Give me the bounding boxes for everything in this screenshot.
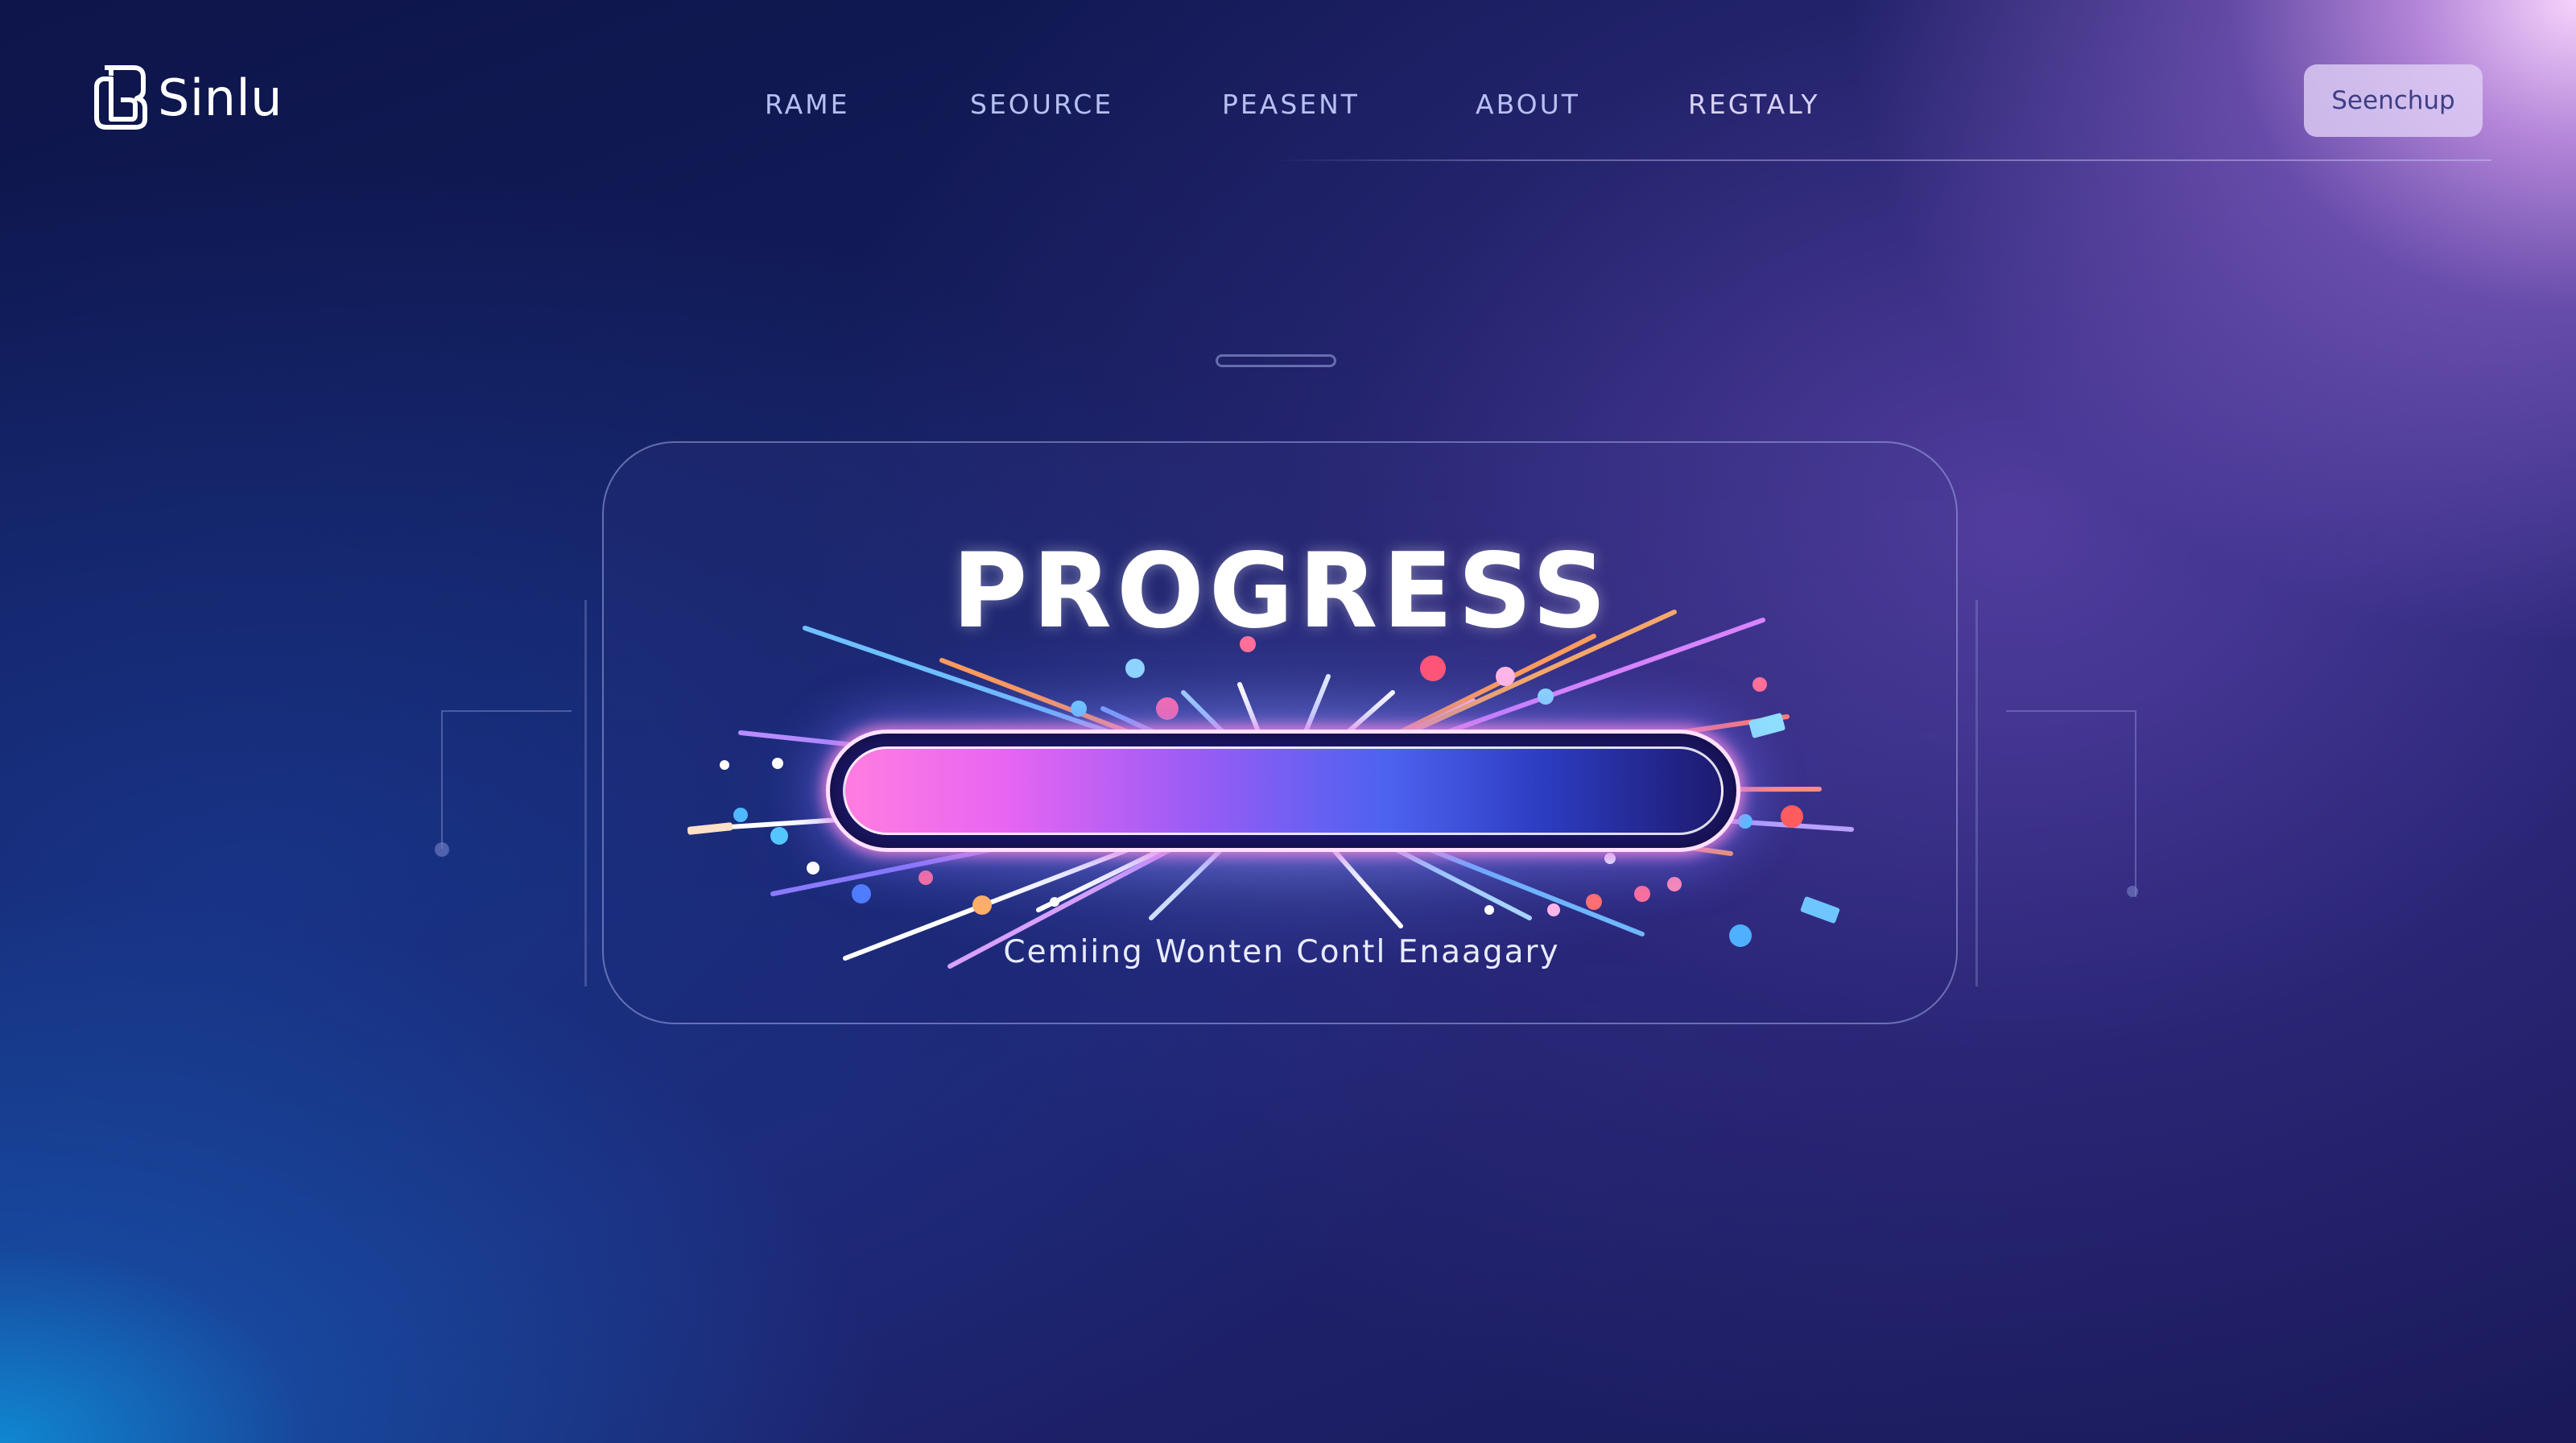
left-dot-decoration — [435, 842, 449, 857]
progress-bar-fill — [843, 746, 1724, 835]
header-divider — [1272, 159, 2491, 161]
nav-item-rame[interactable]: RAME — [765, 89, 850, 120]
right-dot-decoration — [2127, 886, 2138, 897]
progress-card: PROGRESS Cemiing Wonten Contl Enaagary — [602, 441, 1958, 1024]
nav-item-about[interactable]: ABOUT — [1476, 89, 1580, 120]
progress-bar — [826, 730, 1740, 852]
right-bracket-decoration — [2006, 710, 2136, 897]
left-bracket-decoration — [441, 710, 572, 849]
logo-mark-icon — [89, 63, 150, 132]
nav-item-seource[interactable]: SEOURCE — [970, 89, 1113, 120]
logo[interactable]: Sinlu — [89, 63, 283, 132]
nav-item-regtaly[interactable]: REGTALY — [1688, 89, 1820, 120]
nav-item-peasent[interactable]: PEASENT — [1222, 89, 1360, 120]
left-side-line-decoration — [584, 600, 587, 986]
logo-text: Sinlu — [158, 68, 283, 127]
progress-title: PROGRESS — [952, 531, 1612, 651]
right-side-line-decoration — [1975, 600, 1978, 986]
progress-caption: Cemiing Wonten Contl Enaagary — [1003, 934, 1560, 970]
top-notch-decoration — [1216, 354, 1336, 367]
header-cta-button[interactable]: Seenchup — [2304, 64, 2483, 137]
